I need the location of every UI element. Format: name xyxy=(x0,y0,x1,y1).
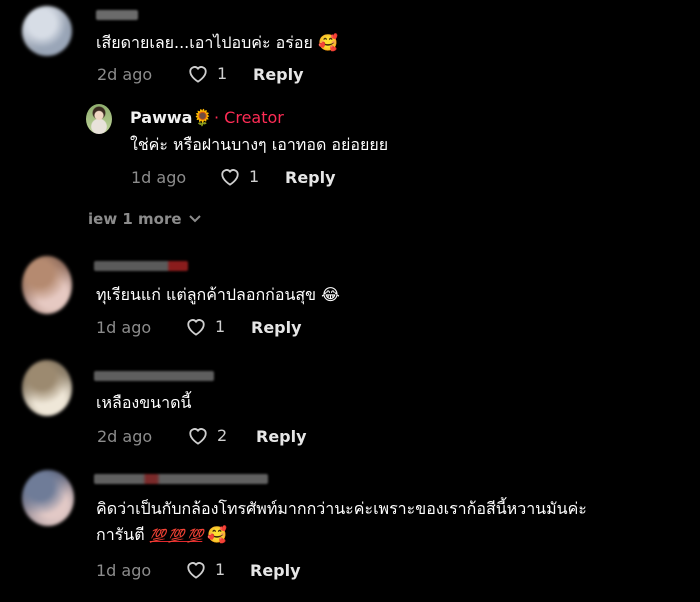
comment-text: เหลืองขนาดนี้ xyxy=(96,393,192,412)
comment-text-line1: คิดว่าเป็นกับกล้องโทรศัพท์มากกว่านะค่ะเพ… xyxy=(96,499,587,518)
comment-time: 1d ago xyxy=(131,168,187,187)
heart-outline-icon xyxy=(187,562,205,579)
username-blurred[interactable] xyxy=(96,10,138,20)
hundred-points-emojis: 💯 💯 💯 xyxy=(149,529,204,544)
comment-text-line2: การันตี 💯 💯 💯 🥰 xyxy=(96,524,227,548)
view-more-label: iew 1 more xyxy=(88,210,182,228)
comment-text: เสียดายเลย...เอาไปอบค่ะ อร่อย 🥰 xyxy=(96,33,338,52)
like-button[interactable]: 1 xyxy=(185,559,225,579)
like-count: 1 xyxy=(249,166,260,186)
reply-button[interactable]: Reply xyxy=(250,561,301,580)
reply-button[interactable]: Reply xyxy=(285,168,336,187)
heart-outline-icon xyxy=(187,319,205,336)
reply-button[interactable]: Reply xyxy=(253,65,304,84)
smiling-face-hearts-emoji: 🥰 xyxy=(207,525,228,544)
avatar[interactable] xyxy=(22,6,72,56)
comment-text: ทุเรียนแก่ แต่ลูกค้าปลอกก่อนสุข 😂 xyxy=(96,285,340,304)
avatar[interactable] xyxy=(22,470,74,526)
like-button[interactable]: 1 xyxy=(187,63,227,83)
comment-time: 2d ago xyxy=(97,65,153,84)
comment-time: 2d ago xyxy=(97,427,153,446)
chevron-down-icon xyxy=(188,215,201,223)
like-count: 1 xyxy=(215,316,226,336)
username-blurred[interactable] xyxy=(94,371,214,381)
like-count: 1 xyxy=(217,63,228,83)
username-blurred[interactable] xyxy=(94,474,268,484)
like-count: 1 xyxy=(215,559,226,579)
heart-outline-icon xyxy=(189,428,207,445)
reply-text: ใช่ค่ะ หรือฝานบางๆ เอาทอด อย่อยยย xyxy=(130,135,389,154)
comment-time: 1d ago xyxy=(96,561,152,580)
like-button[interactable]: 1 xyxy=(185,316,225,336)
view-more-replies[interactable]: iew 1 more xyxy=(88,210,202,228)
creator-avatar[interactable] xyxy=(86,104,112,134)
reply-button[interactable]: Reply xyxy=(251,318,302,337)
like-button[interactable]: 1 xyxy=(219,166,259,186)
creator-badge: · Creator xyxy=(214,108,284,127)
heart-outline-icon xyxy=(189,66,207,83)
avatar[interactable] xyxy=(22,360,72,416)
avatar[interactable] xyxy=(22,256,72,314)
comment-text-line2-prefix: การันตี xyxy=(96,525,145,544)
creator-name[interactable]: Pawwa🌻 xyxy=(130,108,212,127)
reply-button[interactable]: Reply xyxy=(256,427,307,446)
like-button[interactable]: 2 xyxy=(187,425,227,445)
like-count: 2 xyxy=(217,425,228,445)
comment-time: 1d ago xyxy=(96,318,152,337)
username-blurred[interactable] xyxy=(94,261,188,271)
heart-outline-icon xyxy=(221,169,239,186)
